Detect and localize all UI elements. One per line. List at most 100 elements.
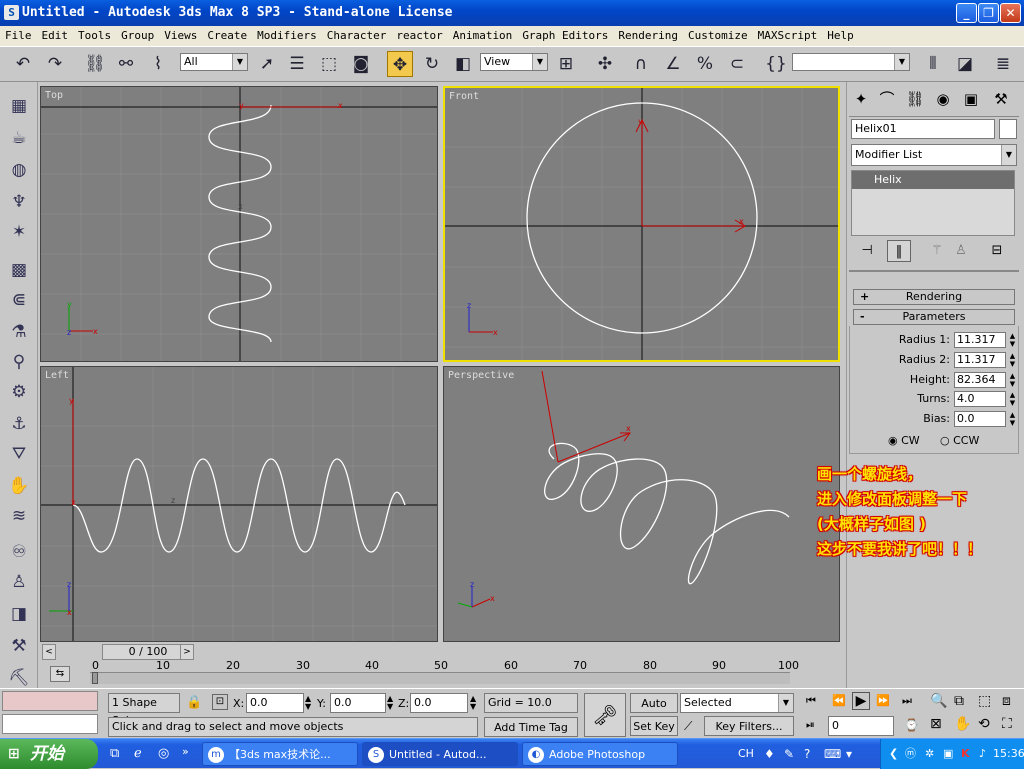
- menu-edit[interactable]: Edit: [37, 26, 74, 46]
- x-spinner-icon[interactable]: ▲ ▼: [305, 695, 311, 711]
- select-and-move-icon[interactable]: ✥: [387, 51, 413, 77]
- minimize-button[interactable]: _: [956, 3, 977, 23]
- options-icon[interactable]: ▾: [846, 747, 852, 761]
- track-bar[interactable]: ⇆ 0 10 20 30 40 50 60 70 80 90 100: [42, 659, 846, 686]
- taskbar-item-forum[interactable]: m 【3ds max技术论...: [202, 742, 358, 766]
- auto-key-button[interactable]: Auto Key: [630, 693, 678, 730]
- redo-icon[interactable]: ↷: [42, 51, 68, 77]
- render-tab-icon[interactable]: ◨: [7, 602, 31, 626]
- ime-icon[interactable]: ♦: [764, 747, 775, 761]
- height-field[interactable]: 82.364: [954, 372, 1006, 388]
- k-app-icon[interactable]: K: [961, 739, 970, 769]
- make-unique-icon[interactable]: ⚚: [925, 240, 949, 262]
- region-zoom-icon[interactable]: ⊠: [930, 716, 942, 732]
- add-time-tag-button[interactable]: Add Time Tag: [484, 717, 578, 737]
- show-desktop-icon[interactable]: ⧉: [110, 746, 119, 761]
- viewport-label-front[interactable]: Front: [449, 91, 479, 102]
- align-icon[interactable]: ◪: [952, 51, 978, 77]
- dynamics-tab-icon[interactable]: ⚗: [7, 320, 31, 344]
- taskbar-item-3dsmax[interactable]: S Untitled - Autod...: [362, 742, 518, 766]
- browser-icon[interactable]: ℯ: [134, 746, 142, 761]
- shapes-tab-icon[interactable]: ☕: [7, 126, 31, 150]
- configure-modifier-sets-icon[interactable]: ⊟: [985, 240, 1009, 262]
- spinner-icon[interactable]: ▲ ▼: [1008, 391, 1017, 407]
- softkeyboard-icon[interactable]: ⌨: [824, 747, 841, 761]
- bias-field[interactable]: 0.0: [954, 411, 1006, 427]
- modifiers-tab-icon[interactable]: ⚙: [7, 380, 31, 404]
- pivot-center-icon[interactable]: ⊞: [553, 51, 579, 77]
- y-spinner-icon[interactable]: ▲ ▼: [387, 695, 393, 711]
- spinner-icon[interactable]: ▲ ▼: [1008, 352, 1017, 368]
- spinner-icon[interactable]: ▲ ▼: [1008, 372, 1017, 388]
- cameras-tab-icon[interactable]: ⛛: [7, 442, 31, 466]
- menu-rendering[interactable]: Rendering: [613, 26, 683, 46]
- pan-icon[interactable]: ✋: [954, 716, 971, 732]
- filter-curve-icon[interactable]: ⟋: [684, 719, 692, 734]
- y-coordinate-field[interactable]: 0.0: [330, 693, 386, 713]
- space-warps-tab-icon[interactable]: ⚓: [7, 412, 31, 436]
- angle-snap-icon[interactable]: ∠: [660, 51, 686, 77]
- media-icon[interactable]: ◎: [158, 746, 169, 761]
- menu-group[interactable]: Group: [116, 26, 159, 46]
- volume-icon[interactable]: ♪: [979, 739, 986, 769]
- patch-grids-tab-icon[interactable]: ▩: [7, 258, 31, 282]
- go-to-end-icon[interactable]: ⏭: [902, 694, 912, 708]
- mini-curve-editor-icon[interactable]: ⇆: [50, 666, 70, 682]
- previous-frame-icon[interactable]: ⏪: [832, 694, 846, 707]
- spinner-icon[interactable]: ▲ ▼: [1008, 332, 1017, 348]
- zoom-extents-icon[interactable]: ⬚: [978, 693, 991, 709]
- show-end-result-icon[interactable]: ‖: [887, 240, 911, 262]
- reference-coordinate-dropdown[interactable]: View ▼: [480, 53, 548, 71]
- menu-modifiers[interactable]: Modifiers: [252, 26, 322, 46]
- menu-help[interactable]: Help: [822, 26, 859, 46]
- menu-views[interactable]: Views: [159, 26, 202, 46]
- select-and-link-icon[interactable]: ⛓: [82, 51, 108, 77]
- maxscript-listener-pink[interactable]: [2, 691, 98, 711]
- edit-named-selection-icon[interactable]: {}: [763, 51, 789, 77]
- window-crossing-icon[interactable]: ◙: [348, 51, 374, 77]
- viewport-label-left[interactable]: Left: [45, 370, 69, 381]
- layer-manager-icon[interactable]: ≣: [990, 51, 1016, 77]
- maxscript-listener-white[interactable]: [2, 714, 98, 734]
- particles-tab-icon[interactable]: ✶: [7, 220, 31, 244]
- nurbs-tab-icon[interactable]: ⋐: [7, 288, 31, 312]
- modifier-stack-item-helix[interactable]: Helix: [852, 171, 1014, 189]
- network-icon[interactable]: ✲: [925, 739, 934, 769]
- radius2-field[interactable]: 11.317: [954, 352, 1006, 368]
- select-and-rotate-icon[interactable]: ↻: [419, 51, 445, 77]
- menu-tools[interactable]: Tools: [73, 26, 116, 46]
- helpers-tab-icon[interactable]: ⚲: [7, 350, 31, 374]
- percent-snap-icon[interactable]: %: [692, 51, 718, 77]
- menu-maxscript[interactable]: MAXScript: [753, 26, 823, 46]
- z-coordinate-field[interactable]: 0.0: [410, 693, 468, 713]
- modifier-list-dropdown[interactable]: Modifier List ▼: [851, 144, 1017, 166]
- key-filters-button[interactable]: Key Filters...: [704, 716, 794, 736]
- hierarchy-tab-icon[interactable]: ⛓: [903, 88, 927, 110]
- menu-reactor[interactable]: reactor: [391, 26, 447, 46]
- tray-arrow-icon[interactable]: ❮: [889, 739, 898, 769]
- radius1-field[interactable]: 11.317: [954, 332, 1006, 348]
- misc-tab-icon[interactable]: ⛏: [7, 666, 31, 690]
- track-bar-ruler[interactable]: [90, 672, 790, 684]
- go-to-start-icon[interactable]: ⏮: [806, 694, 816, 708]
- viewport-left[interactable]: y x z x z Left: [40, 366, 438, 642]
- named-selection-sets-dropdown[interactable]: ▼: [792, 53, 910, 71]
- select-and-scale-icon[interactable]: ◧: [450, 51, 476, 77]
- maximize-button[interactable]: ❐: [978, 3, 999, 23]
- menu-create[interactable]: Create: [202, 26, 252, 46]
- set-key-big-icon[interactable]: 🗝: [584, 693, 626, 737]
- clock[interactable]: 15:36: [993, 739, 1024, 769]
- zoom-icon[interactable]: 🔍: [930, 693, 947, 709]
- select-and-manipulate-icon[interactable]: ✣: [592, 51, 618, 77]
- time-configuration-icon[interactable]: ⌚: [904, 718, 919, 732]
- cw-radio[interactable]: ◉ CW: [888, 434, 920, 447]
- display-tab-icon[interactable]: ▣: [959, 88, 983, 110]
- tools-tab-icon[interactable]: ⚒: [7, 634, 31, 658]
- parameters-rollout[interactable]: - Parameters: [853, 309, 1015, 325]
- app-icon[interactable]: S: [4, 5, 19, 20]
- character-tab-icon[interactable]: ♙: [7, 570, 31, 594]
- ccw-radio[interactable]: ○ CCW: [940, 434, 979, 447]
- viewport-top[interactable]: y x x x y z Top: [40, 86, 438, 362]
- undo-icon[interactable]: ↶: [10, 51, 36, 77]
- key-mode-dropdown[interactable]: Selected ▼: [680, 693, 794, 713]
